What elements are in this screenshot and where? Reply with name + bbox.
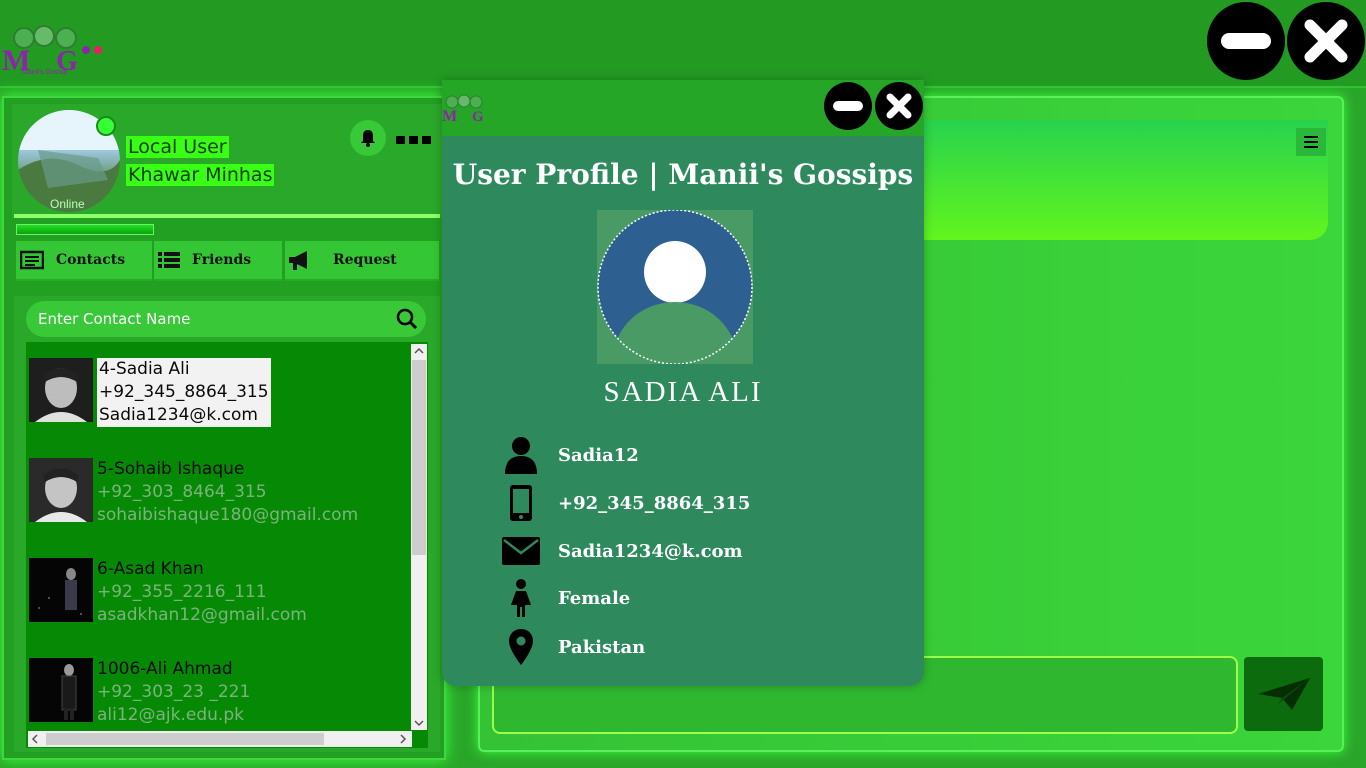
- contact-email: asadkhan12@gmail.com: [97, 605, 307, 625]
- profile-phone-row: +92_345_8864_315: [500, 483, 750, 523]
- dialog-minimize-button[interactable]: [824, 82, 872, 130]
- send-button[interactable]: [1244, 657, 1323, 731]
- chat-menu-button[interactable]: [1296, 128, 1326, 156]
- chat-header: [900, 120, 1328, 240]
- chevron-down-icon[interactable]: [411, 716, 427, 730]
- vertical-scroll-thumb[interactable]: [412, 360, 426, 555]
- ellipsis-icon: [396, 136, 431, 144]
- contact-item[interactable]: 5-Sohaib Ishaque +92_303_8464_315 sohaib…: [26, 458, 426, 528]
- contact-details: 4-Sadia Ali +92_345_8864_315 Sadia1234@k…: [97, 358, 271, 427]
- tab-friends[interactable]: Friends: [154, 241, 282, 281]
- contact-name: 6-Asad Khan: [97, 559, 204, 579]
- user-name-text: Khawar Minhas: [126, 164, 275, 186]
- user-role: Local User: [126, 136, 229, 158]
- contact-avatar: [29, 558, 93, 622]
- dialog-close-button[interactable]: [875, 82, 923, 130]
- close-icon: [886, 93, 912, 119]
- user-name: Khawar Minhas: [126, 164, 275, 186]
- female-icon: [511, 579, 531, 617]
- profile-phone: +92_345_8864_315: [558, 492, 751, 514]
- title-bar: [0, 0, 1366, 88]
- contact-name: 4-Sadia Ali: [99, 359, 190, 379]
- progress-bar: [16, 224, 154, 235]
- contact-name: 1006-Ali Ahmad: [97, 659, 233, 679]
- contact-phone: +92_345_8864_315: [99, 382, 269, 402]
- app-logo: M G Manii's Gossip: [2, 24, 106, 77]
- window-minimize-button[interactable]: [1207, 2, 1285, 80]
- contact-email: ali12@ajk.edu.pk: [97, 705, 244, 725]
- window-close-button[interactable]: [1287, 2, 1365, 80]
- minus-icon: [1221, 33, 1271, 49]
- profile-full-name: SADIA ALI: [603, 376, 763, 408]
- profile-email: Sadia1234@k.com: [558, 540, 743, 562]
- svg-text:G: G: [472, 109, 484, 124]
- contact-search-input[interactable]: Enter Contact Name: [26, 301, 426, 337]
- chevron-right-icon[interactable]: [396, 731, 410, 747]
- chevron-left-icon[interactable]: [28, 731, 42, 747]
- megaphone-icon: [289, 251, 307, 270]
- envelope-icon: [502, 537, 540, 565]
- online-status-label: Online: [50, 197, 85, 211]
- hamburger-icon: [1304, 136, 1318, 148]
- contacts-list: 4-Sadia Ali +92_345_8864_315 Sadia1234@k…: [26, 342, 428, 748]
- profile-gender: Female: [558, 587, 631, 609]
- profile-email-row: Sadia1234@k.com: [500, 531, 743, 571]
- logo-subtext: Manii's Gossip: [22, 69, 67, 76]
- profile-avatar: [597, 209, 753, 365]
- header-divider: [14, 214, 440, 218]
- notifications-button[interactable]: [350, 120, 386, 156]
- location-pin-icon: [509, 629, 533, 665]
- svg-text:M: M: [442, 108, 457, 124]
- search-icon[interactable]: [396, 308, 418, 330]
- paper-plane-icon: [1257, 678, 1310, 710]
- contact-email: Sadia1234@k.com: [99, 405, 258, 425]
- minus-icon: [833, 101, 863, 111]
- contact-details: 1006-Ali Ahmad +92_303_23 _221 ali12@ajk…: [97, 658, 250, 727]
- tab-request[interactable]: Request: [285, 241, 439, 281]
- contact-phone: +92_355_2216_111: [97, 582, 267, 602]
- contact-avatar: [29, 658, 93, 722]
- contact-avatar: [29, 458, 93, 522]
- contact-phone: +92_303_8464_315: [97, 482, 267, 502]
- horizontal-scroll-thumb[interactable]: [46, 733, 324, 745]
- tab-contacts-label: Contacts: [56, 252, 126, 268]
- profile-username-row: Sadia12: [500, 435, 639, 475]
- profile-username: Sadia12: [558, 444, 639, 466]
- list-icon: [158, 252, 180, 268]
- dialog-logo: MG: [442, 94, 502, 125]
- contact-name: 5-Sohaib Ishaque: [97, 459, 245, 479]
- contact-item[interactable]: 1006-Ali Ahmad +92_303_23 _221 ali12@ajk…: [26, 658, 426, 728]
- close-icon: [1304, 19, 1348, 63]
- profile-location-row: Pakistan: [500, 627, 645, 667]
- online-status-dot: [96, 116, 116, 136]
- contact-item[interactable]: 4-Sadia Ali +92_345_8864_315 Sadia1234@k…: [26, 358, 426, 428]
- dialog-title: User Profile | Manii's Gossips: [452, 158, 914, 191]
- bell-icon: [361, 130, 375, 147]
- contact-avatar: [29, 358, 93, 422]
- search-placeholder: Enter Contact Name: [38, 310, 191, 328]
- more-options-button[interactable]: [396, 126, 432, 152]
- contact-item[interactable]: 6-Asad Khan +92_355_2216_111 asadkhan12@…: [26, 558, 426, 628]
- contact-details: 6-Asad Khan +92_355_2216_111 asadkhan12@…: [97, 558, 307, 627]
- contact-email: sohaibishaque180@gmail.com: [97, 505, 359, 525]
- tab-friends-label: Friends: [192, 252, 252, 268]
- user-icon: [505, 437, 537, 474]
- chevron-up-icon[interactable]: [411, 344, 427, 358]
- contact-phone: +92_303_23 _221: [97, 682, 251, 702]
- tab-contacts[interactable]: Contacts: [16, 241, 152, 281]
- mobile-phone-icon: [510, 485, 532, 521]
- contact-details: 5-Sohaib Ishaque +92_303_8464_315 sohaib…: [97, 458, 358, 527]
- profile-gender-row: Female: [500, 578, 630, 618]
- profile-location: Pakistan: [558, 636, 646, 658]
- user-role-text: Local User: [126, 136, 229, 158]
- tab-request-label: Request: [333, 252, 397, 268]
- contacts-card-icon: [20, 250, 44, 270]
